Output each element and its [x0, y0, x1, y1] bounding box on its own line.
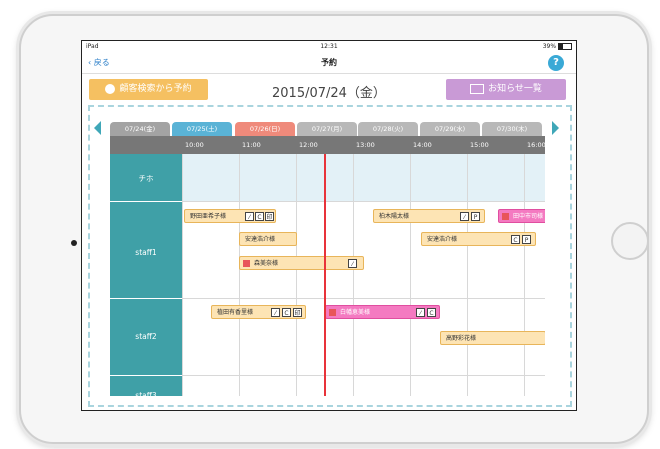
status-marker-icon	[502, 213, 509, 220]
row-bg-chiho	[182, 154, 545, 201]
appointment[interactable]: 森美奈様 ⁄	[239, 256, 364, 270]
grid-line	[182, 298, 545, 299]
status-marker-icon	[329, 309, 336, 316]
camera	[71, 240, 77, 246]
time-label: 10:00	[185, 141, 204, 149]
stamp-icon: 印	[293, 308, 302, 317]
date-title: 2015/07/24（金）	[272, 86, 386, 101]
grid-line	[182, 375, 545, 376]
note-icon: ⁄	[416, 308, 425, 317]
note-icon: ⁄	[271, 308, 280, 317]
status-bar: iPad 12:31 39%	[82, 41, 576, 53]
appointment-name: 白幡恵美様	[340, 309, 371, 316]
prev-arrow-icon[interactable]	[94, 121, 101, 135]
page-title: 予約	[321, 58, 337, 67]
date-tab[interactable]: 07/25(土)	[172, 122, 232, 136]
date-tab[interactable]: 07/30(木)	[482, 122, 542, 136]
grid-corner	[110, 136, 182, 154]
battery-indicator: 39%	[543, 43, 572, 50]
staff-name: staff3	[135, 391, 157, 396]
staff-name: staff1	[135, 248, 157, 257]
date-tab[interactable]: 07/28(火)	[358, 122, 418, 136]
appointment[interactable]: 田中市司様	[498, 209, 545, 223]
next-arrow-icon[interactable]	[552, 121, 559, 135]
staff-column: チホ staff1 staff2 staff3	[110, 154, 182, 396]
date-tab[interactable]: 07/24(金)	[110, 122, 170, 136]
appointment[interactable]: 野田亜希子様 ⁄ C 印	[184, 209, 276, 223]
c-icon: C	[511, 235, 520, 244]
time-label: 16:00	[527, 141, 545, 149]
hour-gridline	[182, 154, 183, 396]
staff-name: staff2	[135, 332, 157, 341]
stamp-icon: 印	[265, 212, 274, 221]
appointment[interactable]: 安達浩介様 C P	[421, 232, 536, 246]
hour-gridline	[467, 154, 468, 396]
customer-search-label: 顧客検索から予約	[119, 84, 192, 94]
news-label: お知らせ一覧	[488, 84, 542, 94]
staff-name: チホ	[138, 174, 154, 183]
home-button[interactable]	[611, 222, 649, 260]
appointment-name: 森美奈様	[254, 260, 279, 267]
hour-gridline	[239, 154, 240, 396]
appointment-name: 柏木陽太様	[379, 213, 410, 220]
note-icon: ⁄	[348, 259, 357, 268]
c-icon: C	[282, 308, 291, 317]
p-icon: P	[522, 235, 531, 244]
c-icon: C	[427, 308, 436, 317]
app-screen: iPad 12:31 39% ‹ 戻る 予約 ? 顧客検索から予約 2015/0…	[81, 40, 577, 411]
hour-gridline	[353, 154, 354, 396]
appointment-name: 高野彩花様	[446, 335, 477, 342]
status-marker-icon	[243, 260, 250, 267]
battery-percent: 39%	[542, 43, 557, 50]
date-tab[interactable]: 07/27(月)	[297, 122, 357, 136]
battery-icon	[558, 43, 572, 50]
time-header: 10:00 11:00 12:00 13:00 14:00 15:00 16:00	[182, 136, 545, 154]
date-tab[interactable]: 07/29(水)	[420, 122, 480, 136]
hour-gridline	[524, 154, 525, 396]
appointment-name: 野田亜希子様	[190, 213, 227, 220]
time-label: 15:00	[470, 141, 489, 149]
appointment[interactable]: 白幡恵美様 ⁄ C	[325, 305, 440, 319]
current-time-line	[324, 154, 326, 396]
note-icon: ⁄	[245, 212, 254, 221]
person-icon	[105, 83, 116, 94]
date-tab[interactable]: 07/26(日)	[235, 122, 295, 136]
hour-gridline	[296, 154, 297, 396]
appointment[interactable]: 植田有香里様 ⁄ C 印	[211, 305, 306, 319]
news-button[interactable]: お知らせ一覧	[446, 79, 566, 100]
mail-icon	[470, 83, 485, 94]
c-icon: C	[255, 212, 264, 221]
time-label: 11:00	[242, 141, 261, 149]
clock: 12:31	[320, 43, 338, 50]
p-icon: P	[471, 212, 480, 221]
appointment[interactable]: 高野彩花様	[440, 331, 545, 345]
appointment-name: 安達浩介様	[245, 236, 276, 243]
note-icon: ⁄	[460, 212, 469, 221]
time-label: 12:00	[299, 141, 318, 149]
appointment-name: 田中市司様	[513, 213, 544, 220]
appointment-name: 植田有香里様	[217, 309, 254, 316]
appointment[interactable]: 安達浩介様	[239, 232, 297, 246]
appointment[interactable]: 柏木陽太様 ⁄ P	[373, 209, 485, 223]
schedule-grid: 10:00 11:00 12:00 13:00 14:00 15:00 16:00 チホ s…	[110, 136, 545, 396]
time-label: 14:00	[413, 141, 432, 149]
navigation-bar: ‹ 戻る 予約 ?	[82, 53, 576, 74]
time-label: 13:00	[356, 141, 375, 149]
help-icon[interactable]: ?	[548, 55, 564, 71]
grid-line	[182, 201, 545, 202]
appointment-name: 安達浩介様	[427, 236, 458, 243]
customer-search-button[interactable]: 顧客検索から予約	[89, 79, 208, 100]
hour-gridline	[410, 154, 411, 396]
